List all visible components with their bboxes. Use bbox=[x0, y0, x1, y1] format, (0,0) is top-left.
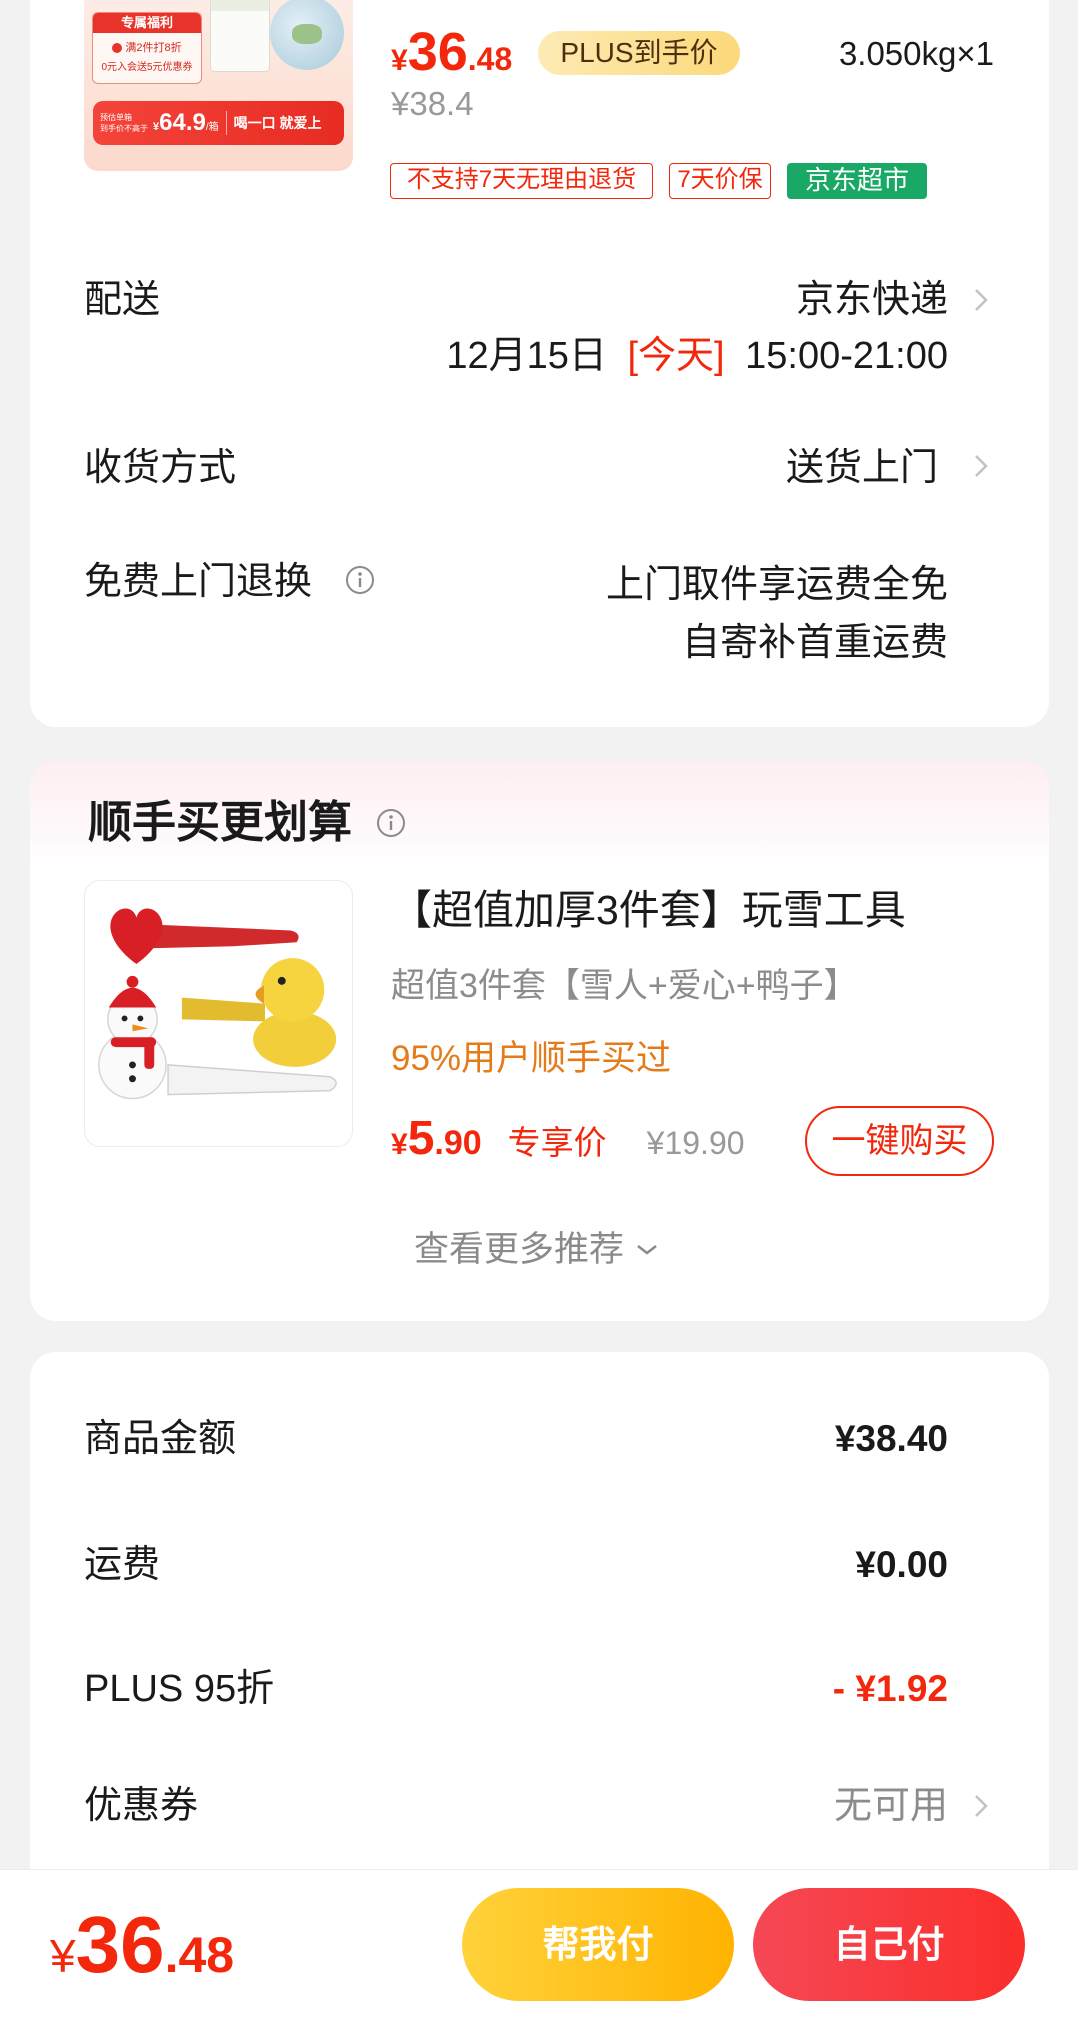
chevron-right-icon[interactable] bbox=[974, 1794, 988, 1818]
price-symbol: ¥ bbox=[50, 1930, 76, 1982]
summary-label-plus-discount: PLUS 95折 bbox=[84, 1668, 275, 1710]
price-decimal: .48 bbox=[164, 1927, 235, 1983]
checkout-screen: 专属福利 满2件打8折 0元入会送5元优惠券 预估单箱 到手价不高于 ¥ 64.… bbox=[0, 0, 1078, 2030]
summary-label-goods-amount: 商品金额 bbox=[84, 1418, 237, 1460]
pay-myself-button[interactable]: 自己付 bbox=[753, 1888, 1025, 2001]
price-summary-section: 商品金额 ¥38.40 运费 ¥0.00 PLUS 95折 - ¥1.92 优惠… bbox=[0, 0, 1078, 2030]
summary-value-goods-amount: ¥38.40 bbox=[834, 1418, 948, 1459]
summary-value-shipping: ¥0.00 bbox=[855, 1544, 948, 1585]
summary-label-shipping: 运费 bbox=[84, 1544, 161, 1586]
total-price: ¥ 36 .48 bbox=[50, 1895, 234, 2006]
checkout-bottom-bar: ¥ 36 .48 帮我付 自己付 bbox=[0, 1870, 1078, 2030]
summary-value-plus-discount: - ¥1.92 bbox=[832, 1668, 948, 1709]
price-integer: 36 bbox=[75, 1900, 165, 1989]
help-me-pay-button[interactable]: 帮我付 bbox=[462, 1888, 734, 2001]
summary-value-coupon[interactable]: 无可用 bbox=[834, 1783, 948, 1829]
chevron-stroke bbox=[975, 1795, 988, 1817]
summary-label-coupon: 优惠券 bbox=[84, 1785, 199, 1827]
